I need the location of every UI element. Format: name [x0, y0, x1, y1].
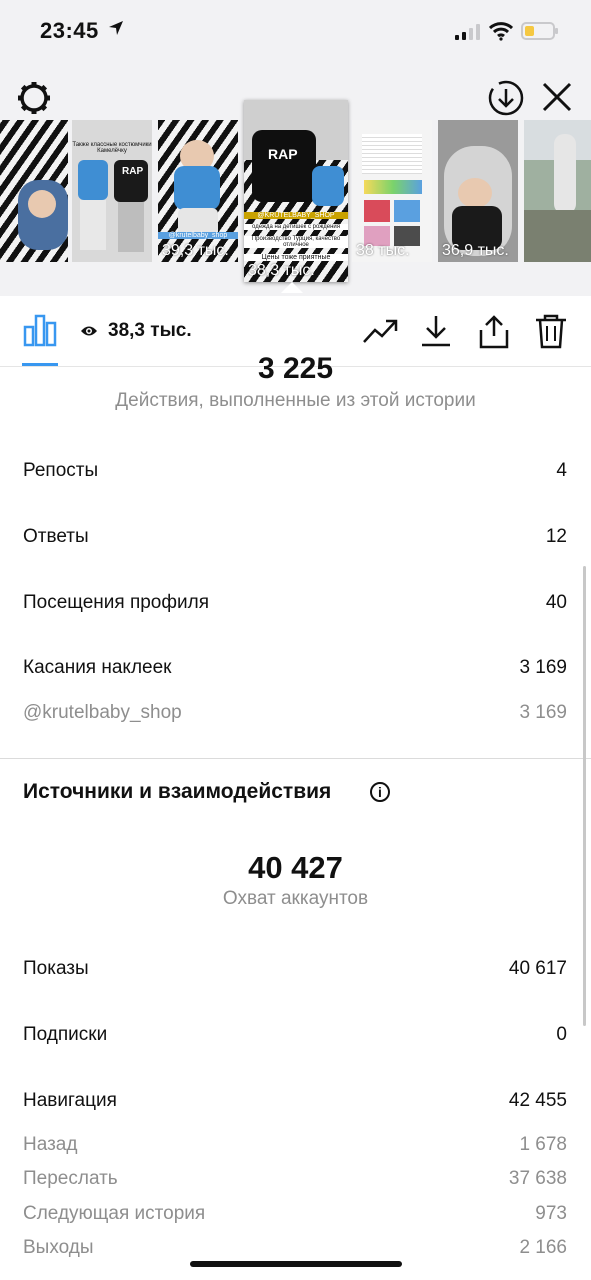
story-thumbnail[interactable]: Также классные костюмчики Камелёчку RAP	[72, 120, 152, 262]
battery-icon	[521, 22, 558, 40]
location-arrow-icon	[109, 21, 123, 35]
views-count: 38,3 тыс.	[108, 320, 192, 341]
delete-trash-icon[interactable]	[534, 314, 568, 350]
status-bar: 23:45	[0, 0, 591, 64]
stat-row-replies: Ответы 12	[23, 526, 567, 547]
stories-strip[interactable]: Также классные костюмчики Камелёчку RAP …	[0, 100, 591, 293]
stat-row-mention-sticker: @krutelbaby_shop 3 169	[23, 702, 567, 723]
stat-row-sticker-taps: Касания наклеек 3 169	[23, 657, 567, 678]
scrollbar[interactable]	[583, 566, 586, 1026]
stat-row-navigation: Навигация 42 455	[23, 1090, 567, 1111]
story-thumbnail[interactable]	[524, 120, 591, 262]
stat-row-reposts: Репосты 4	[23, 460, 567, 481]
info-icon[interactable]: i	[370, 782, 390, 802]
insights-chart-icon[interactable]	[22, 313, 58, 347]
settings-gear-icon[interactable]	[16, 80, 52, 116]
story-thumbnail[interactable]	[0, 120, 68, 262]
sources-section-title: Источники и взаимодействия	[23, 780, 332, 803]
story-thumbnail-selected[interactable]: RAP @KRUTELBABY_SHOP одежда на детишек с…	[244, 100, 348, 282]
download-icon[interactable]	[420, 314, 452, 348]
stat-row-profile-visits: Посещения профиля 40	[23, 592, 567, 613]
actions-total: 3 225	[257, 356, 334, 382]
stat-row-follows: Подписки 0	[23, 1024, 567, 1045]
reach-label: Охват аккаунтов	[222, 888, 369, 909]
reach-total: 40 427	[248, 850, 343, 885]
story-thumbnail[interactable]: @krutelbaby_shop 39,3 тыс.	[158, 120, 238, 262]
section-divider	[0, 758, 591, 759]
stat-row-impressions: Показы 40 617	[23, 958, 567, 979]
views-eye-icon	[81, 326, 97, 336]
trending-up-icon[interactable]	[362, 316, 398, 346]
story-insights-panel: 38,3 тыс. 3 225 Действия, выполненные из…	[0, 296, 591, 1280]
stat-row-next-story: Следующая история 973	[23, 1203, 567, 1224]
share-icon[interactable]	[477, 314, 511, 350]
close-icon[interactable]	[541, 81, 573, 113]
stat-row-forward: Переслать 37 638	[23, 1168, 567, 1189]
status-time: 23:45	[40, 18, 99, 43]
stat-row-exits: Выходы 2 166	[23, 1237, 567, 1258]
save-archive-icon[interactable]	[487, 79, 525, 117]
wifi-icon	[489, 22, 513, 41]
actions-label: Действия, выполненные из этой истории	[115, 390, 476, 411]
home-indicator[interactable]	[190, 1261, 402, 1267]
stat-row-back: Назад 1 678	[23, 1134, 567, 1155]
selected-story-caret	[281, 282, 303, 293]
cellular-signal-icon	[455, 24, 480, 40]
story-thumbnail[interactable]: 38 тыс.	[352, 120, 432, 262]
story-thumbnail[interactable]: 36,9 тыс.	[438, 120, 518, 262]
